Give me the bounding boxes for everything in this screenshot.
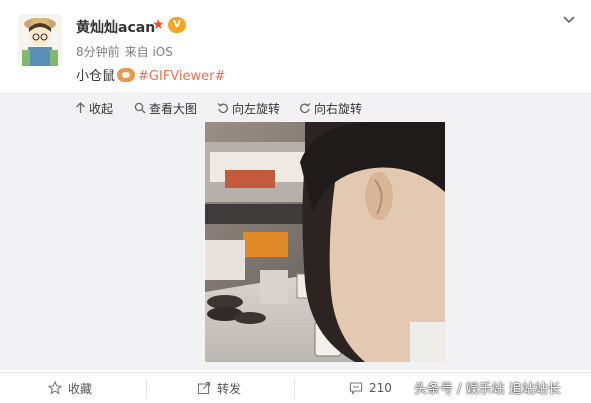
post-meta: 8分钟前 来自 iOS [76, 43, 178, 60]
favorite-button[interactable]: 收藏 [48, 373, 92, 403]
avatar[interactable] [18, 14, 62, 66]
hamster-emoji-icon [117, 68, 136, 82]
post-source[interactable]: 来自 iOS [125, 45, 173, 59]
rotate-left-label: 向左旋转 [232, 101, 281, 116]
post-text-content: 小仓鼠 [76, 69, 116, 84]
gif-image[interactable] [205, 122, 445, 362]
chevron-down-icon[interactable] [562, 12, 576, 26]
repost-label: 转发 [217, 381, 242, 396]
rotate-right-icon [300, 103, 311, 114]
share-icon [197, 381, 211, 395]
repost-button[interactable]: 转发 [197, 373, 241, 403]
verified-badge-icon[interactable]: V [168, 17, 186, 33]
magnifier-icon [134, 102, 146, 114]
watermark: 头条号 / 娱乐站 追站站长 [414, 382, 561, 397]
post-text: 小仓鼠 #GIFViewer# [76, 65, 225, 84]
comment-count: 210 [369, 381, 392, 395]
favorite-label: 收藏 [68, 381, 93, 396]
view-full-button[interactable]: 查看大图 [134, 99, 197, 117]
rotate-right-label: 向右旋转 [314, 101, 363, 116]
rotate-left-button[interactable]: 向左旋转 [217, 99, 280, 117]
rotate-right-button[interactable]: 向右旋转 [299, 99, 362, 117]
comment-button[interactable]: 210 [349, 373, 392, 403]
post-header: 黄灿灿acan ★ V 8分钟前 来自 iOS 小仓鼠 #GIFViewer# [0, 0, 591, 92]
vip-star-icon: ★ [152, 17, 165, 33]
comment-icon [349, 382, 363, 395]
collapse-icon [76, 102, 85, 113]
view-full-label: 查看大图 [149, 101, 198, 116]
divider [146, 379, 147, 399]
collapse-label: 收起 [89, 101, 114, 116]
rotate-left-icon [217, 103, 228, 114]
hashtag-link[interactable]: #GIFViewer# [138, 69, 225, 84]
username[interactable]: 黄灿灿acan [76, 17, 155, 37]
star-outline-icon [48, 381, 62, 395]
collapse-button[interactable]: 收起 [75, 99, 113, 117]
divider [294, 379, 295, 399]
post-time[interactable]: 8分钟前 [76, 45, 120, 59]
media-panel: 收起 查看大图 向左旋转 向右旋转 [0, 92, 591, 370]
